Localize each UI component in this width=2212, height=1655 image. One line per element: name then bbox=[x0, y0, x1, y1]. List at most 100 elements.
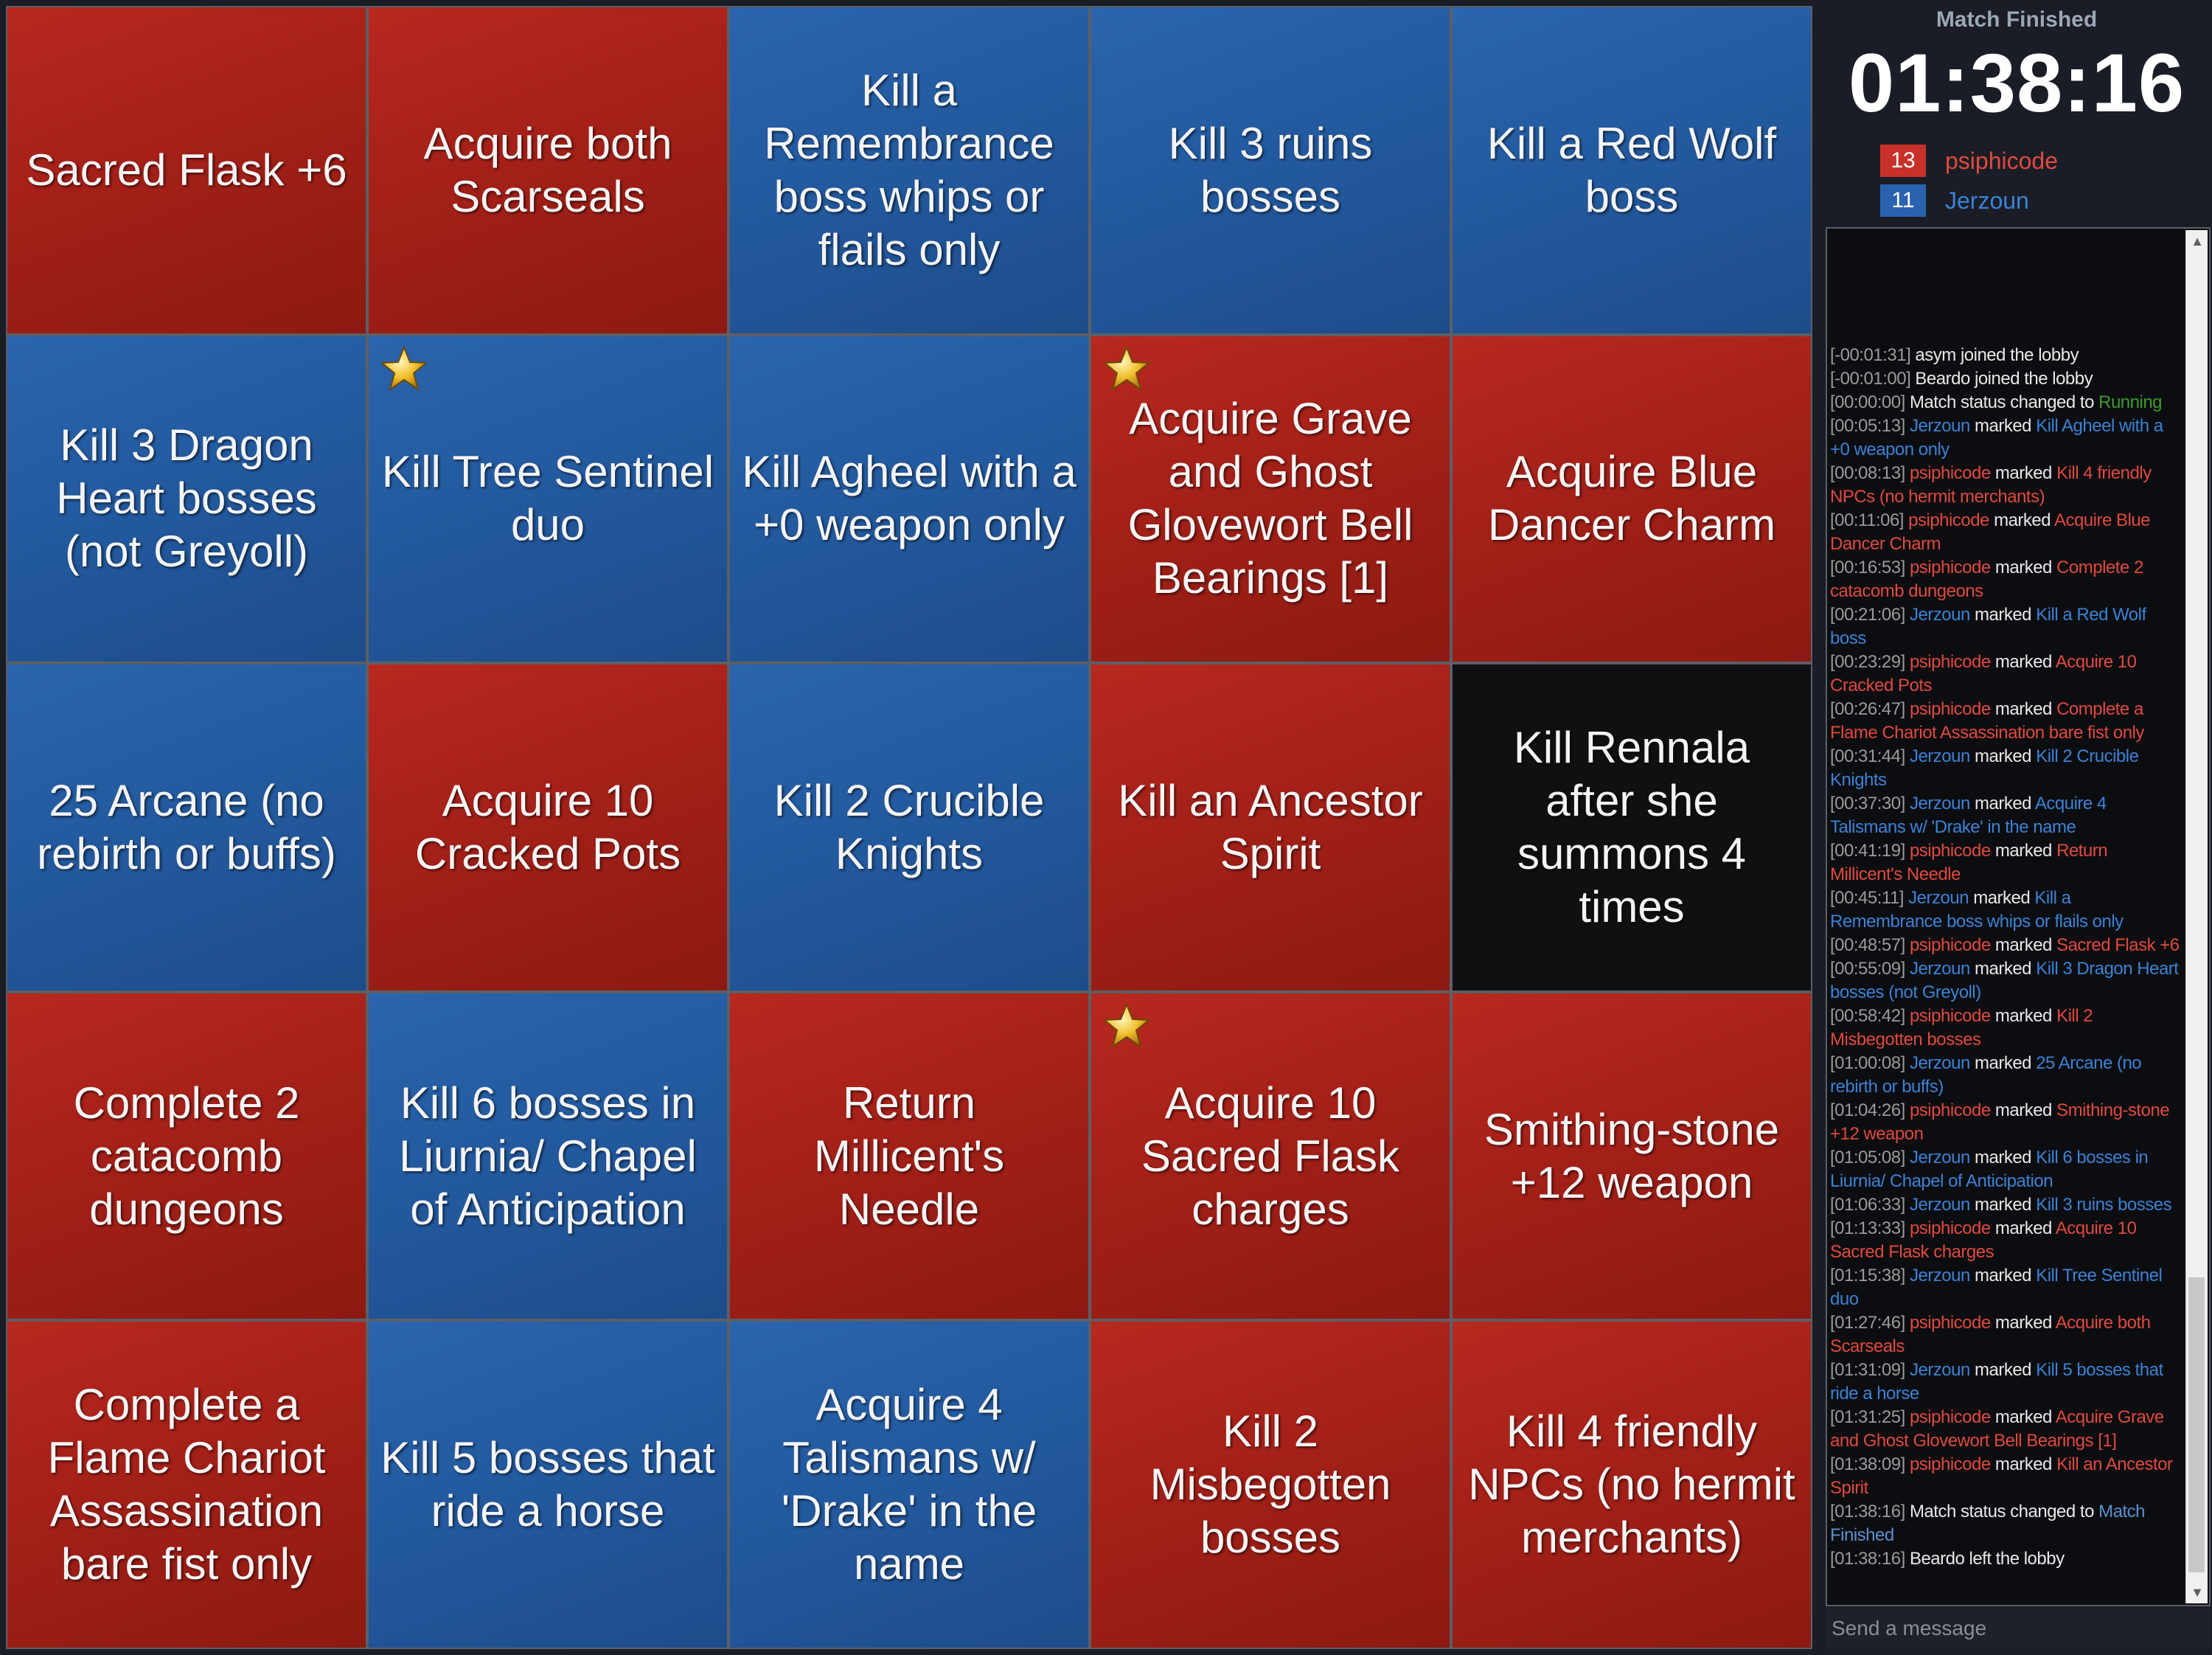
bingo-cell[interactable]: Acquire Grave and Ghost Glovewort Bell B… bbox=[1091, 336, 1450, 662]
chevron-down-icon[interactable]: ▼ bbox=[2186, 1581, 2208, 1603]
chat-action: marked bbox=[1994, 699, 2053, 719]
bingo-cell-text: Acquire both Scarseals bbox=[423, 118, 672, 221]
bingo-cell[interactable]: Smithing-stone +12 weapon bbox=[1453, 993, 1811, 1319]
bingo-cell-text: 25 Arcane (no rebirth or buffs) bbox=[37, 775, 336, 878]
bingo-cell[interactable]: Acquire both Scarseals bbox=[369, 7, 727, 333]
star-icon bbox=[1102, 1002, 1151, 1049]
bingo-cell[interactable]: Kill Rennala after she summons 4 times bbox=[1453, 665, 1811, 990]
bingo-cell[interactable]: Kill a Remembrance boss whips or flails … bbox=[730, 7, 1088, 333]
chat-sender: Jerzoun bbox=[1909, 959, 1970, 979]
bingo-cell[interactable]: Acquire 10 Sacred Flask charges bbox=[1091, 993, 1450, 1319]
bingo-cell[interactable]: Complete 2 catacomb dungeons bbox=[7, 993, 366, 1319]
bingo-cell[interactable]: Acquire Blue Dancer Charm bbox=[1453, 336, 1811, 662]
chat-action: marked bbox=[1994, 652, 2053, 672]
chat-message: [01:05:08] Jerzoun marked Kill 6 bosses … bbox=[1830, 1146, 2184, 1193]
bingo-cell-text: Kill 3 Dragon Heart bosses (not Greyoll) bbox=[56, 420, 317, 577]
bingo-cell[interactable]: Kill 3 ruins bosses bbox=[1091, 7, 1450, 333]
bingo-cell[interactable]: Kill 2 Crucible Knights bbox=[730, 665, 1088, 990]
chat-message: [01:04:26] psiphicode marked Smithing-st… bbox=[1830, 1099, 2184, 1146]
chat-sender: psiphicode bbox=[1909, 1218, 1991, 1238]
bingo-cell-text: Kill a Remembrance boss whips or flails … bbox=[764, 65, 1054, 274]
chat-scrollbar[interactable]: ▲ ▼ bbox=[2185, 230, 2208, 1603]
chat-action: marked bbox=[1994, 1218, 2053, 1238]
chat-action: left the lobby bbox=[1969, 1549, 2065, 1569]
bingo-cell-text: Acquire Blue Dancer Charm bbox=[1487, 447, 1776, 550]
bingo-cell[interactable]: Kill 3 Dragon Heart bosses (not Greyoll) bbox=[7, 336, 366, 662]
player-name: psiphicode bbox=[1945, 147, 2058, 174]
bingo-cell-text: Kill Tree Sentinel duo bbox=[381, 447, 714, 550]
chat-timestamp: [01:00:08] bbox=[1830, 1053, 1905, 1073]
chat-action: marked bbox=[1994, 1407, 2053, 1427]
chat-sender: psiphicode bbox=[1909, 558, 1991, 577]
bingo-cell-text: Kill 5 bosses that ride a horse bbox=[380, 1433, 715, 1536]
chat-message: [00:45:11] Jerzoun marked Kill a Remembr… bbox=[1830, 887, 2184, 934]
bingo-cell[interactable]: 25 Arcane (no rebirth or buffs) bbox=[7, 665, 366, 990]
chat-message: [01:38:09] psiphicode marked Kill an Anc… bbox=[1830, 1453, 2184, 1500]
chat-action: marked bbox=[1994, 463, 2053, 483]
bingo-cell[interactable]: Complete a Flame Chariot Assassination b… bbox=[7, 1322, 366, 1648]
bingo-cell[interactable]: Return Millicent's Needle bbox=[730, 993, 1088, 1319]
chat-message: [01:38:16] Match status changed to Match… bbox=[1830, 1500, 2184, 1547]
scrollbar-thumb[interactable] bbox=[2188, 1277, 2205, 1572]
bingo-cell[interactable]: Kill Agheel with a +0 weapon only bbox=[730, 336, 1088, 662]
chat-sender: Jerzoun bbox=[1909, 1266, 1970, 1286]
chat-timestamp: [01:04:26] bbox=[1830, 1100, 1905, 1120]
chat-timestamp: [00:41:19] bbox=[1830, 841, 1905, 861]
chat-object: Running bbox=[2098, 392, 2163, 412]
chat-timestamp: [01:38:16] bbox=[1830, 1502, 1905, 1522]
bingo-cell[interactable]: Kill 4 friendly NPCs (no hermit merchant… bbox=[1453, 1322, 1811, 1648]
chat-action: marked bbox=[1975, 1053, 2032, 1073]
bingo-cell[interactable]: Acquire 10 Cracked Pots bbox=[369, 665, 727, 990]
chat-message: [00:26:47] psiphicode marked Complete a … bbox=[1830, 698, 2184, 745]
chat-timestamp: [00:37:30] bbox=[1830, 794, 1905, 813]
bingo-cell-text: Kill 2 Misbegotten bosses bbox=[1150, 1406, 1391, 1563]
chat-message: [01:38:16] Beardo left the lobby bbox=[1830, 1547, 2184, 1571]
bingo-board: Sacred Flask +6 Acquire both Scarseals Kil… bbox=[6, 6, 1812, 1649]
bingo-cell[interactable]: Kill 2 Misbegotten bosses bbox=[1091, 1322, 1450, 1648]
chat-timestamp: [00:05:13] bbox=[1830, 416, 1905, 436]
chat-sender: psiphicode bbox=[1909, 1006, 1991, 1026]
chat-action: marked bbox=[1994, 1454, 2053, 1474]
chat-timestamp: [00:26:47] bbox=[1830, 699, 1905, 719]
bingo-cell[interactable]: Kill 5 bosses that ride a horse bbox=[369, 1322, 727, 1648]
bingo-cell[interactable]: Kill an Ancestor Spirit bbox=[1091, 665, 1450, 990]
bingo-cell-text: Kill 6 bosses in Liurnia/ Chapel of Anti… bbox=[399, 1078, 697, 1234]
chat-timestamp: [01:06:33] bbox=[1830, 1195, 1905, 1215]
player-row-blue: 11 Jerzoun bbox=[1880, 184, 2029, 217]
bingo-cell-text: Kill 3 ruins bosses bbox=[1168, 118, 1373, 221]
chat-sender: Match bbox=[1909, 1502, 1956, 1522]
player-score: 13 bbox=[1880, 145, 1926, 177]
chat-sender: Jerzoun bbox=[1908, 888, 1969, 908]
chat-panel[interactable]: [-00:01:31] asym joined the lobby [-00:01… bbox=[1826, 227, 2211, 1606]
chat-timestamp: [-00:01:00] bbox=[1830, 369, 1911, 389]
chat-message: [00:58:42] psiphicode marked Kill 2 Misb… bbox=[1830, 1005, 2184, 1052]
bingo-cell[interactable]: Sacred Flask +6 bbox=[7, 7, 366, 333]
chat-message-input[interactable] bbox=[1826, 1608, 2211, 1649]
chat-timestamp: [00:16:53] bbox=[1830, 558, 1905, 577]
chat-sender: asym bbox=[1915, 345, 1956, 365]
chat-timestamp: [00:00:00] bbox=[1830, 392, 1905, 412]
chat-message: [01:31:25] psiphicode marked Acquire Gra… bbox=[1830, 1406, 2184, 1453]
chevron-up-icon[interactable]: ▲ bbox=[2186, 230, 2208, 252]
bingo-cell-text: Smithing-stone +12 weapon bbox=[1484, 1104, 1780, 1207]
chat-action: marked bbox=[1994, 1313, 2053, 1333]
chat-sender: Beardo bbox=[1909, 1549, 1965, 1569]
chat-timestamp: [00:48:57] bbox=[1830, 935, 1905, 955]
chat-sender: psiphicode bbox=[1909, 1407, 1991, 1427]
chat-timestamp: [01:38:09] bbox=[1830, 1454, 1905, 1474]
bingo-cell[interactable]: Acquire 4 Talismans w/ 'Drake' in the na… bbox=[730, 1322, 1088, 1648]
player-name: Jerzoun bbox=[1945, 187, 2029, 214]
bingo-cell[interactable]: Kill a Red Wolf boss bbox=[1453, 7, 1811, 333]
chat-action: marked bbox=[1973, 888, 2031, 908]
chat-action: marked bbox=[1994, 1100, 2053, 1120]
chat-sender: psiphicode bbox=[1909, 935, 1991, 955]
chat-sender: Jerzoun bbox=[1909, 605, 1970, 625]
chat-sender: psiphicode bbox=[1909, 463, 1991, 483]
chat-action: marked bbox=[1975, 1266, 2032, 1286]
bingo-cell[interactable]: Kill 6 bosses in Liurnia/ Chapel of Anti… bbox=[369, 993, 727, 1319]
chat-message: [00:16:53] psiphicode marked Complete 2 … bbox=[1830, 556, 2184, 603]
match-timer: 01:38:16 bbox=[1848, 37, 2185, 129]
chat-timestamp: [01:38:16] bbox=[1830, 1549, 1905, 1569]
bingo-cell[interactable]: Kill Tree Sentinel duo bbox=[369, 336, 727, 662]
chat-action: marked bbox=[1975, 416, 2032, 436]
